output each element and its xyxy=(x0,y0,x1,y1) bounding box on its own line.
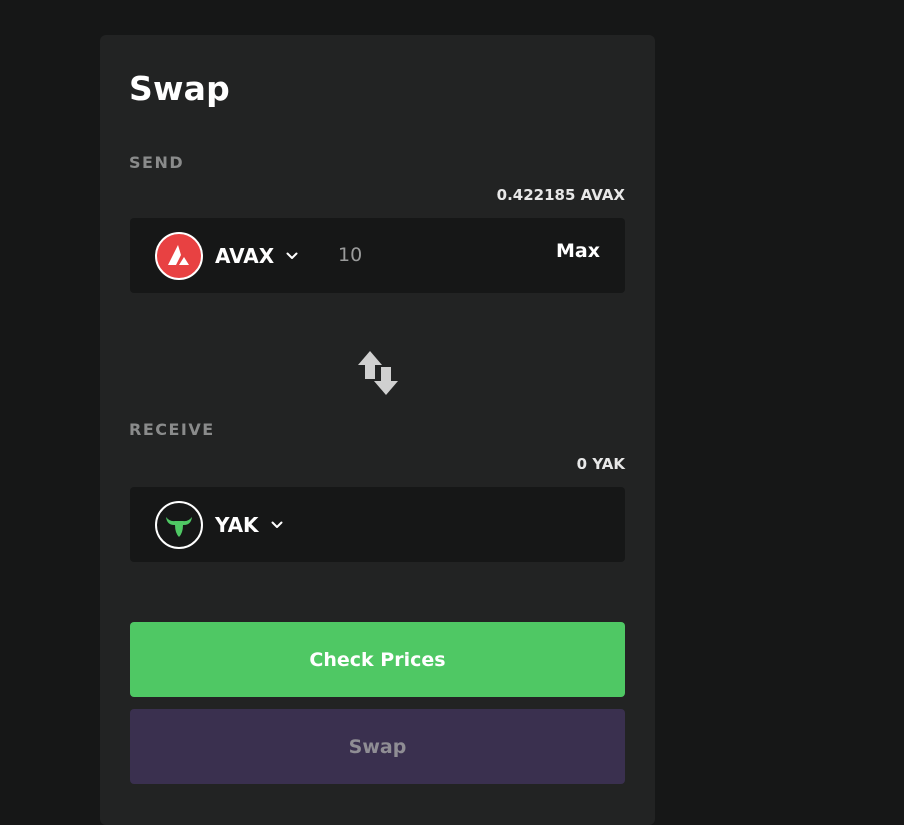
yak-bull-logo-glyph xyxy=(166,517,192,537)
avalanche-logo-icon xyxy=(155,232,203,280)
avalanche-logo-glyph xyxy=(168,245,189,265)
swap-panel: Swap SEND 0.422185 AVAX AVAX Max RECEIVE xyxy=(100,35,655,825)
send-balance: 0.422185 AVAX xyxy=(496,186,625,204)
page-title: Swap xyxy=(129,69,230,108)
send-token-select[interactable]: AVAX xyxy=(215,218,298,293)
send-amount-input[interactable] xyxy=(338,240,528,270)
send-token-symbol: AVAX xyxy=(215,243,275,268)
chevron-down-icon xyxy=(286,252,298,259)
send-label: SEND xyxy=(129,153,185,172)
receive-token-select[interactable]: YAK xyxy=(215,487,283,562)
receive-balance: 0 YAK xyxy=(576,455,625,473)
send-token-box: AVAX Max xyxy=(130,218,625,293)
receive-token-box: YAK xyxy=(130,487,625,562)
check-prices-button[interactable]: Check Prices xyxy=(130,622,625,697)
receive-label: RECEIVE xyxy=(129,420,215,439)
max-button[interactable]: Max xyxy=(556,240,600,262)
swap-direction-arrows-icon[interactable] xyxy=(356,349,400,397)
chevron-down-icon xyxy=(271,521,283,528)
yak-bull-logo-icon xyxy=(155,501,203,549)
swap-button[interactable]: Swap xyxy=(130,709,625,784)
receive-token-symbol: YAK xyxy=(215,512,259,537)
